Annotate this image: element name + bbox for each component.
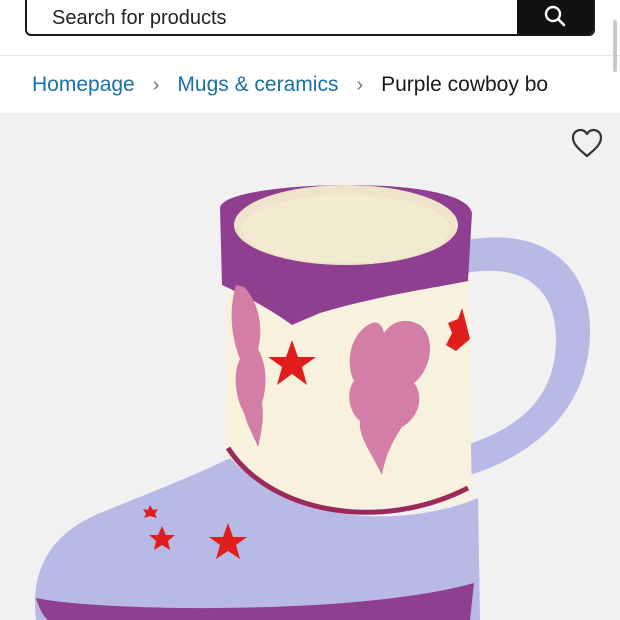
search-button[interactable]	[517, 0, 593, 34]
scrollbar[interactable]	[613, 20, 617, 72]
breadcrumb-mugs-ceramics-link[interactable]: Mugs & ceramics	[177, 71, 338, 99]
heart-icon	[571, 128, 603, 158]
chevron-right-icon: ›	[356, 74, 364, 96]
breadcrumb-current: Purple cowboy bo	[381, 73, 549, 96]
breadcrumb-homepage-link[interactable]: Homepage	[32, 71, 135, 99]
search-input[interactable]	[27, 0, 519, 34]
search-icon	[544, 5, 566, 27]
chevron-right-icon: ›	[152, 74, 160, 96]
favorite-button[interactable]	[570, 127, 604, 159]
header-divider	[0, 55, 620, 56]
product-image[interactable]	[0, 113, 620, 620]
product-gallery[interactable]	[0, 113, 620, 620]
search-bar	[25, 0, 595, 36]
breadcrumb: Homepage › Mugs & ceramics › Purple cowb…	[32, 70, 592, 100]
